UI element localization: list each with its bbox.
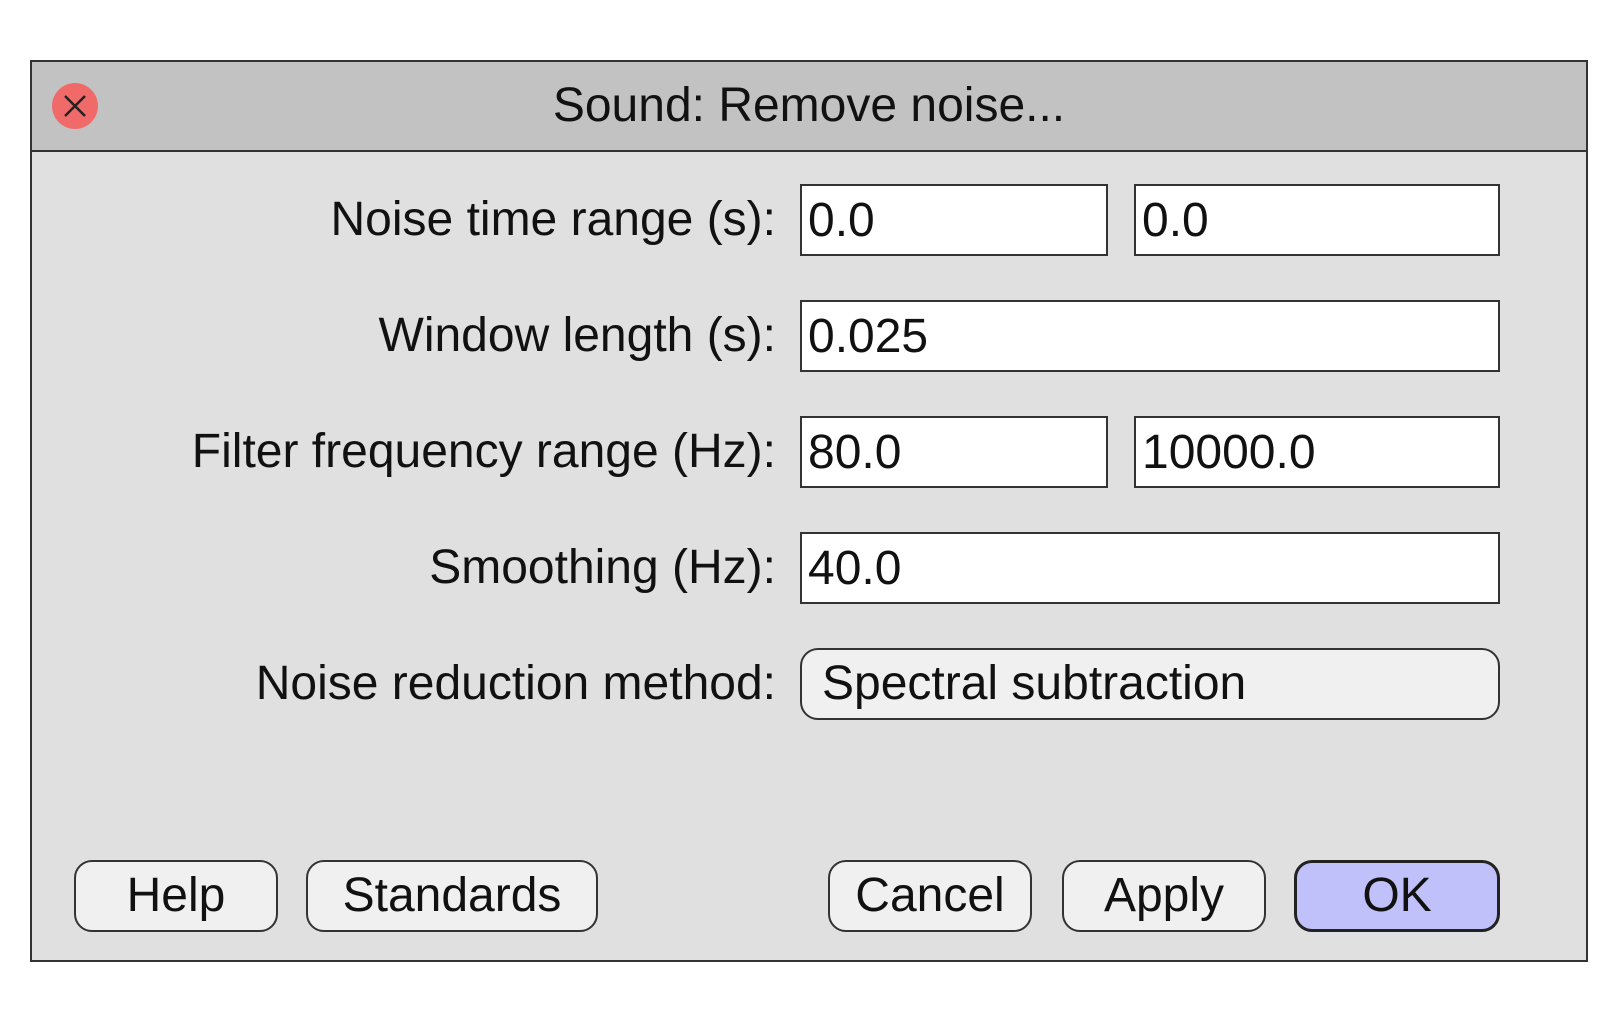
filter-frequency-to-input[interactable] (1134, 416, 1500, 488)
noise-time-range-to-input[interactable] (1134, 184, 1500, 256)
apply-button[interactable]: Apply (1062, 860, 1266, 932)
window-length-input[interactable] (800, 300, 1500, 372)
dialog-title: Sound: Remove noise... (552, 79, 1066, 132)
title-bar[interactable]: Sound: Remove noise... (32, 62, 1586, 152)
cancel-button[interactable]: Cancel (828, 860, 1032, 932)
filter-frequency-range-label: Filter frequency range (Hz): (191, 425, 776, 478)
window-length-label: Window length (s): (378, 309, 776, 362)
ok-button[interactable]: OK (1294, 860, 1500, 932)
smoothing-label: Smoothing (Hz): (429, 541, 776, 594)
help-button[interactable]: Help (74, 860, 278, 932)
filter-frequency-from-input[interactable] (800, 416, 1108, 488)
noise-reduction-method-menu[interactable]: Spectral subtraction (800, 648, 1500, 720)
remove-noise-dialog: Sound: Remove noise... Noise time range … (30, 60, 1588, 962)
standards-button[interactable]: Standards (306, 860, 598, 932)
noise-reduction-method-label: Noise reduction method: (255, 657, 776, 710)
noise-time-range-from-input[interactable] (800, 184, 1108, 256)
smoothing-input[interactable] (800, 532, 1500, 604)
noise-time-range-label: Noise time range (s): (330, 193, 776, 246)
